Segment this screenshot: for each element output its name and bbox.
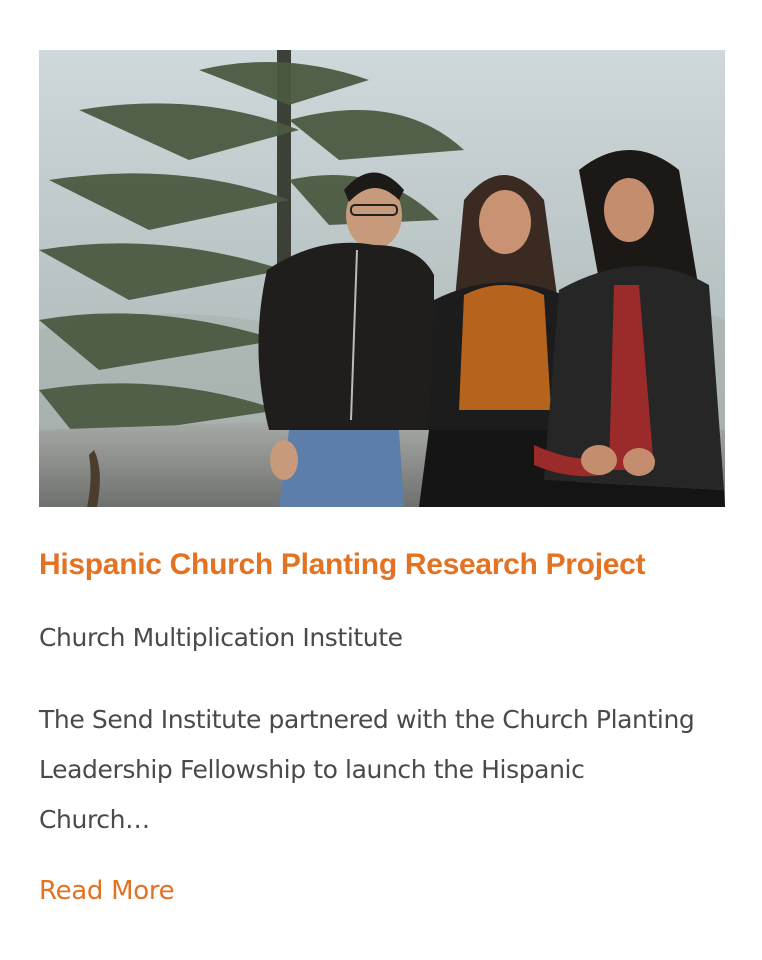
post-featured-image[interactable] <box>39 50 725 507</box>
post-excerpt: The Send Institute partnered with the Ch… <box>39 705 695 834</box>
post-category: Church Multiplication Institute <box>39 623 403 652</box>
post-title[interactable]: Hispanic Church Planting Research Projec… <box>39 547 725 583</box>
read-more-link[interactable]: Read More <box>39 871 175 911</box>
post-card: Hispanic Church Planting Research Projec… <box>39 50 725 911</box>
